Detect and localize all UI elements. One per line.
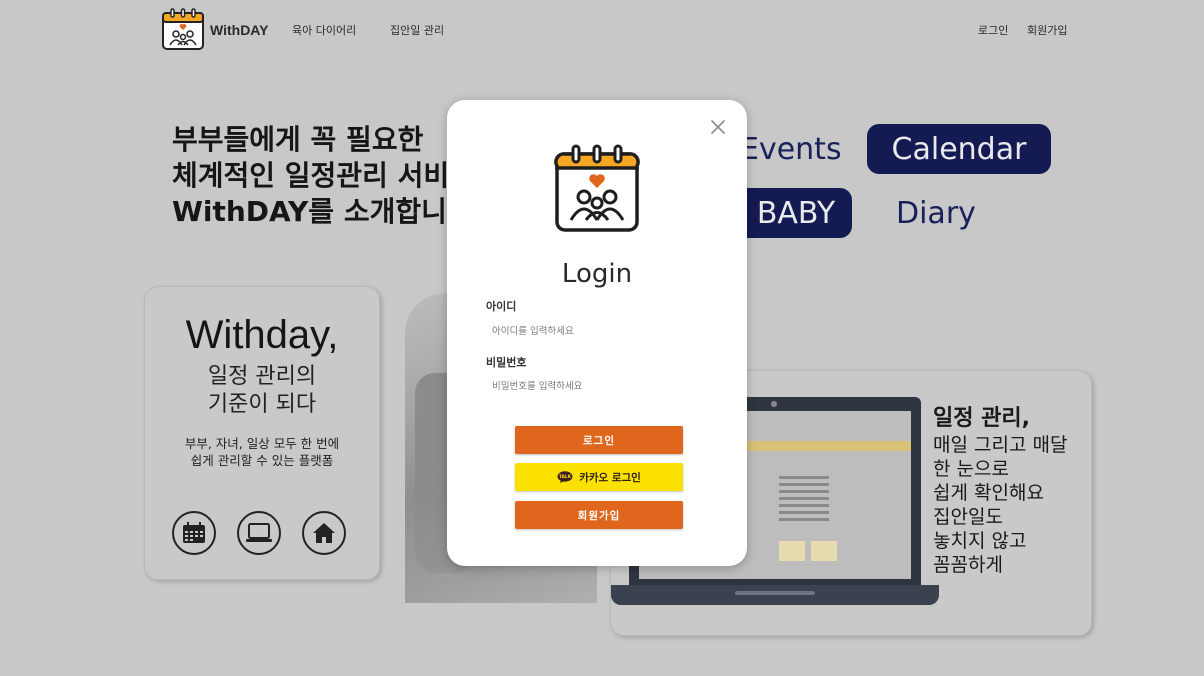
password-input[interactable]: [486, 374, 708, 398]
password-label: 비밀번호: [486, 356, 527, 369]
site-header: WithDAY 육아 다이어리 집안일 관리 로그인 회원가입: [0, 0, 1204, 60]
pill-baby: BABY: [740, 188, 852, 238]
feature-card-withday: Withday, 일정 관리의 기준이 되다 부부, 자녀, 일상 모두 한 번…: [144, 286, 380, 580]
card-title: Withday,: [185, 313, 339, 357]
schedule-row: [779, 483, 829, 486]
schedule-row: [779, 518, 829, 521]
laptop-icon: [237, 511, 281, 555]
signup-button[interactable]: 회원가입: [515, 501, 683, 529]
schedule-row: [779, 504, 829, 507]
note-card: [779, 541, 805, 561]
signup-button-label: 회원가입: [577, 509, 621, 522]
card-subtitle: 일정 관리의 기준이 되다: [145, 363, 379, 419]
login-button-label: 로그인: [583, 434, 615, 447]
close-icon[interactable]: [709, 118, 727, 136]
pill-diary: Diary: [896, 195, 976, 231]
family-calendar-logo-icon: [554, 144, 640, 232]
card-text-line: 쉽게 확인해요: [933, 482, 1044, 504]
schedule-row: [779, 476, 829, 479]
id-label: 아이디: [486, 300, 517, 313]
card-text-line: 놓치지 않고: [933, 530, 1027, 552]
card-description-line: 쉽게 관리할 수 있는 플랫폼: [190, 453, 334, 468]
card-text-line: 매일 그리고 매달: [933, 434, 1068, 456]
schedule-row: [779, 490, 829, 493]
nav-housework[interactable]: 집안일 관리: [390, 22, 444, 38]
card-text-line: 한 눈으로: [933, 458, 1009, 480]
home-icon: [302, 511, 346, 555]
note-card: [811, 541, 837, 561]
card-description: 부부, 자녀, 일상 모두 한 번에 쉽게 관리할 수 있는 플랫폼: [145, 435, 379, 469]
laptop-notch: [735, 591, 815, 595]
schedule-row: [779, 497, 829, 500]
login-button[interactable]: 로그인: [515, 426, 683, 454]
kakao-login-label: 카카오 로그인: [579, 471, 641, 484]
kakao-login-button[interactable]: TALK 카카오 로그인: [515, 463, 683, 491]
family-calendar-logo-icon: [162, 8, 204, 50]
card-text-line: 꼼꼼하게: [933, 554, 1003, 576]
site-logo[interactable]: WithDAY: [160, 7, 268, 53]
hero-title-line: 부부들에게 꼭 필요한: [172, 123, 424, 156]
login-modal: Login 아이디 비밀번호 로그인 TALK 카카오 로그인 회원가입: [447, 100, 747, 566]
card-subtitle-line: 기준이 되다: [207, 392, 317, 417]
logo-text: WithDAY: [210, 22, 269, 38]
login-title: Login: [561, 259, 633, 289]
hero-title-line: 체계적인 일정관리 서비: [172, 159, 450, 192]
kakao-talk-icon: TALK: [557, 471, 573, 483]
laptop-base: [611, 585, 939, 605]
pill-events: Events: [740, 131, 842, 167]
nav-login-link[interactable]: 로그인: [978, 22, 1008, 38]
schedule-row: [779, 511, 829, 514]
card-subtitle-line: 일정 관리의: [207, 364, 317, 389]
calendar-icon: [172, 511, 216, 555]
kakao-badge-text: TALK: [559, 474, 572, 480]
card-text: 일정 관리, 매일 그리고 매달 한 눈으로 쉽게 확인해요 집안일도 놓치지 …: [933, 405, 1067, 577]
card-description-line: 부부, 자녀, 일상 모두 한 번에: [184, 436, 340, 451]
nav-signup-link[interactable]: 회원가입: [1027, 22, 1067, 38]
laptop-camera: [771, 401, 777, 407]
id-input[interactable]: [486, 319, 708, 343]
card-text-line: 일정 관리,: [933, 406, 1030, 431]
hero-title-line: WithDAY를 소개합니: [172, 195, 447, 228]
pill-calendar: Calendar: [867, 124, 1051, 174]
hero-title: 부부들에게 꼭 필요한 체계적인 일정관리 서비 WithDAY를 소개합니: [172, 122, 472, 230]
nav-baby-diary[interactable]: 육아 다이어리: [292, 22, 356, 38]
card-text-line: 집안일도: [933, 506, 1003, 528]
